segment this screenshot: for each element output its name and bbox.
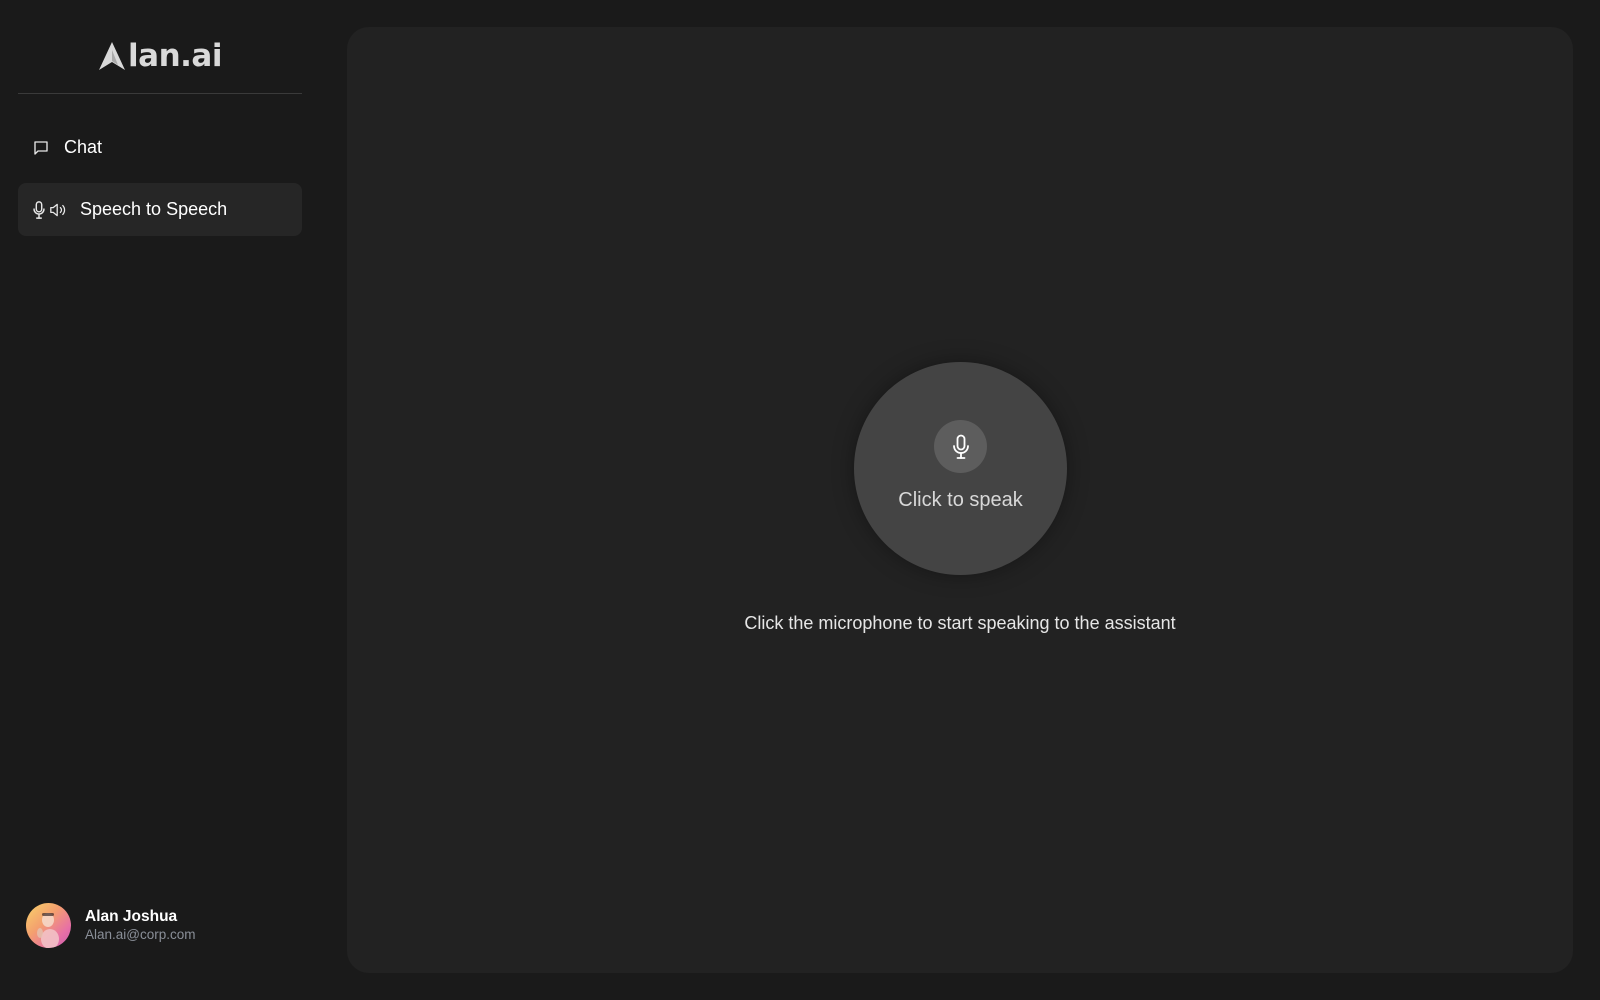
avatar bbox=[26, 902, 71, 948]
brand-logo-text: lan.ai bbox=[128, 37, 222, 74]
chat-bubble-icon bbox=[32, 139, 50, 157]
microphone-button[interactable] bbox=[934, 420, 987, 473]
sidebar-item-speech-to-speech[interactable]: Speech to Speech bbox=[18, 183, 302, 236]
user-info: Alan Joshua Alan.ai@corp.com bbox=[85, 907, 196, 944]
alan-logo-mark-icon bbox=[99, 42, 126, 70]
avatar-image bbox=[37, 912, 59, 948]
microphone-speaker-icon bbox=[32, 200, 67, 219]
speak-button[interactable]: Click to speak bbox=[854, 362, 1067, 575]
user-email: Alan.ai@corp.com bbox=[85, 926, 196, 942]
speech-hint-text: Click the microphone to start speaking t… bbox=[744, 613, 1176, 633]
sidebar-item-label: Chat bbox=[64, 137, 103, 157]
sidebar: lan.ai Chat Speech to Speech Alan Joshua… bbox=[0, 0, 320, 1000]
app-root: lan.ai Chat Speech to Speech Alan Joshua… bbox=[0, 0, 1600, 1000]
user-profile[interactable]: Alan Joshua Alan.ai@corp.com bbox=[26, 902, 296, 948]
sidebar-item-label: Speech to Speech bbox=[80, 199, 228, 219]
user-name: Alan Joshua bbox=[85, 907, 178, 925]
main-panel: Click to speak Click the microphone to s… bbox=[347, 27, 1573, 973]
brand-logo[interactable]: lan.ai bbox=[18, 28, 302, 84]
microphone-icon bbox=[952, 434, 969, 459]
sidebar-item-chat[interactable]: Chat bbox=[18, 121, 302, 174]
speak-button-label: Click to speak bbox=[898, 489, 1023, 511]
sidebar-divider bbox=[18, 93, 302, 94]
